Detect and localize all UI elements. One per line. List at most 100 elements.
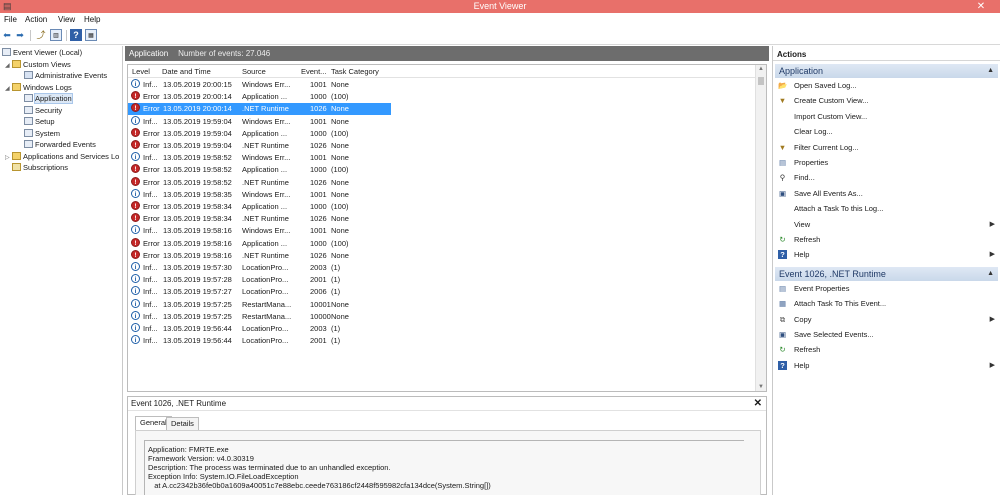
row-event-id: 10001: [310, 299, 331, 309]
column-header-level[interactable]: Level: [132, 67, 150, 76]
action-item[interactable]: Import Custom View...: [777, 110, 997, 123]
column-header-event-id[interactable]: Event...: [301, 67, 326, 76]
event-description[interactable]: Application: FMRTE.exe Framework Version…: [144, 440, 744, 495]
table-row[interactable]: i Inf... 13.05.2019 19:57:25 RestartMana...…: [128, 298, 391, 311]
table-row[interactable]: i Inf... 13.05.2019 20:00:15 Windows Err...…: [128, 79, 391, 91]
help-icon[interactable]: ?: [70, 29, 82, 41]
column-header-date-and-time[interactable]: Date and Time: [162, 67, 211, 76]
column-header-source[interactable]: Source: [242, 67, 266, 76]
tree-item-event-viewer-local[interactable]: Event Viewer (Local): [2, 47, 82, 58]
row-level: Inf...: [143, 299, 158, 309]
table-row[interactable]: ! Error 13.05.2019 19:58:16 Application ...…: [128, 237, 391, 250]
row-task-category: None: [331, 189, 349, 199]
properties-icon: ▤: [778, 283, 787, 293]
action-item[interactable]: Attach a Task To this Log...: [777, 202, 997, 215]
row-level: Error: [143, 250, 160, 260]
action-item[interactable]: ↻ Refresh: [777, 343, 997, 356]
row-date-time: 13.05.2019 19:58:52: [163, 153, 232, 163]
show-hide-tree-icon[interactable]: ▥: [50, 29, 62, 41]
action-item[interactable]: ▼ Create Custom View...: [777, 94, 997, 107]
row-date-time: 13.05.2019 19:58:52: [163, 177, 232, 187]
forward-arrow-icon[interactable]: ➡: [14, 29, 26, 41]
tree-item-windows-logs[interactable]: ◢ Windows Logs: [5, 82, 72, 93]
action-item[interactable]: ▤ Properties: [777, 156, 997, 169]
close-window-button[interactable]: ✕: [968, 0, 994, 13]
action-item[interactable]: ? Help ▶: [777, 248, 997, 261]
action-item[interactable]: ▣ Save All Events As...: [777, 187, 997, 200]
table-row[interactable]: ! Error 13.05.2019 19:58:16 .NET Runtime 102…: [128, 249, 391, 262]
tree-item-administrative-events[interactable]: Administrative Events: [24, 70, 107, 81]
action-item[interactable]: ⧉ Copy ▶: [777, 313, 997, 326]
actions-section-event[interactable]: Event 1026, .NET Runtime ▲: [775, 266, 998, 281]
action-item[interactable]: Clear Log...: [777, 125, 997, 138]
table-row[interactable]: ! Error 13.05.2019 19:59:04 .NET Runtime 102…: [128, 140, 391, 152]
table-row[interactable]: ! Error 13.05.2019 19:58:34 .NET Runtime 102…: [128, 213, 391, 225]
table-row[interactable]: ! Error 13.05.2019 19:58:52 Application ...…: [128, 164, 391, 176]
collapse-section-icon[interactable]: ▲: [987, 267, 994, 281]
expanded-triangle-icon[interactable]: ◢: [5, 84, 12, 95]
tree-item-applications-and-services[interactable]: ▷ Applications and Services Lo: [5, 151, 119, 162]
table-row[interactable]: ! Error 13.05.2019 20:00:14 Application ...…: [128, 91, 391, 103]
tree-item-system[interactable]: System: [24, 128, 60, 139]
action-item[interactable]: ▣ Save Selected Events...: [777, 328, 997, 341]
tab-details[interactable]: Details: [166, 417, 199, 430]
menu-action[interactable]: Action: [25, 15, 47, 24]
tree-item-security[interactable]: Security: [24, 105, 62, 116]
table-row[interactable]: ! Error 13.05.2019 19:58:34 Application ...…: [128, 201, 391, 213]
table-row[interactable]: i Inf... 13.05.2019 19:57:28 LocationPro...…: [128, 274, 391, 286]
tree-item-application[interactable]: Application: [24, 93, 73, 104]
collapsed-triangle-icon[interactable]: ▷: [5, 153, 12, 164]
table-row[interactable]: i Inf... 13.05.2019 19:58:16 Windows Err...…: [128, 225, 391, 237]
events-scrollbar[interactable]: ▲ ▼: [755, 65, 766, 391]
table-row[interactable]: i Inf... 13.05.2019 19:56:44 LocationPro...…: [128, 323, 391, 335]
window-title: Event Viewer: [473, 1, 527, 11]
row-level: Error: [143, 214, 160, 224]
table-row[interactable]: ! Error 13.05.2019 20:00:14 .NET Runtime 102…: [128, 103, 391, 116]
table-row[interactable]: i Inf... 13.05.2019 19:57:30 LocationPro...…: [128, 262, 391, 274]
collapse-section-icon[interactable]: ▲: [987, 64, 994, 78]
table-row[interactable]: i Inf... 13.05.2019 19:58:35 Windows Err...…: [128, 188, 391, 201]
action-label: Help: [794, 250, 810, 260]
tree-item-setup[interactable]: Setup: [24, 116, 55, 127]
table-row[interactable]: i Inf... 13.05.2019 19:56:44 LocationPro...…: [128, 335, 391, 347]
back-arrow-icon[interactable]: ⬅: [1, 29, 13, 41]
tree-item-custom-views[interactable]: ◢ Custom Views: [5, 59, 71, 70]
scroll-down-icon[interactable]: ▼: [758, 384, 764, 390]
table-row[interactable]: i Inf... 13.05.2019 19:58:52 Windows Err...…: [128, 152, 391, 164]
action-item[interactable]: ▼ Filter Current Log...: [777, 141, 997, 154]
table-row[interactable]: i Inf... 13.05.2019 19:59:04 Windows Err...…: [128, 115, 391, 128]
scroll-thumb[interactable]: [758, 77, 764, 85]
action-item[interactable]: ? Help ▶: [777, 359, 997, 372]
action-item[interactable]: ▦ Attach Task To This Event...: [777, 297, 997, 310]
table-row[interactable]: ! Error 13.05.2019 19:59:04 Application ...…: [128, 127, 391, 140]
row-level: Inf...: [143, 153, 158, 163]
row-task-category: None: [331, 250, 349, 260]
filter-icon: [24, 71, 33, 79]
show-hide-action-pane-icon[interactable]: ▦: [85, 29, 97, 41]
information-icon: i: [131, 262, 140, 271]
up-folder-icon[interactable]: ⤴: [35, 29, 47, 41]
action-item[interactable]: ⚲ Find...: [777, 171, 997, 184]
action-item[interactable]: ↻ Refresh: [777, 233, 997, 246]
table-row[interactable]: i Inf... 13.05.2019 19:57:27 LocationPro...…: [128, 286, 391, 298]
menu-view[interactable]: View: [58, 15, 75, 24]
table-row[interactable]: i Inf... 13.05.2019 19:57:25 RestartMana...…: [128, 310, 391, 323]
tree-item-forwarded-events[interactable]: Forwarded Events: [24, 139, 96, 150]
expanded-triangle-icon[interactable]: ◢: [5, 61, 12, 72]
menu-file[interactable]: File: [4, 15, 17, 24]
row-source: LocationPro...: [242, 275, 289, 285]
scroll-up-icon[interactable]: ▲: [758, 66, 764, 72]
menu-help[interactable]: Help: [84, 15, 100, 24]
action-item[interactable]: 📂 Open Saved Log...: [777, 79, 997, 92]
row-event-id: 2006: [310, 287, 327, 297]
row-task-category: (100): [331, 92, 349, 102]
close-detail-button[interactable]: ✕: [754, 397, 762, 410]
table-row[interactable]: ! Error 13.05.2019 19:58:52 .NET Runtime 102…: [128, 176, 391, 189]
row-date-time: 13.05.2019 19:56:44: [163, 336, 232, 346]
action-item[interactable]: View ▶: [777, 218, 997, 231]
row-source: LocationPro...: [242, 336, 289, 346]
action-item[interactable]: ▤ Event Properties: [777, 282, 997, 295]
column-header-task-category[interactable]: Task Category: [331, 67, 379, 76]
tree-item-subscriptions[interactable]: Subscriptions: [12, 162, 68, 173]
actions-section-application[interactable]: Application ▲: [775, 64, 998, 78]
